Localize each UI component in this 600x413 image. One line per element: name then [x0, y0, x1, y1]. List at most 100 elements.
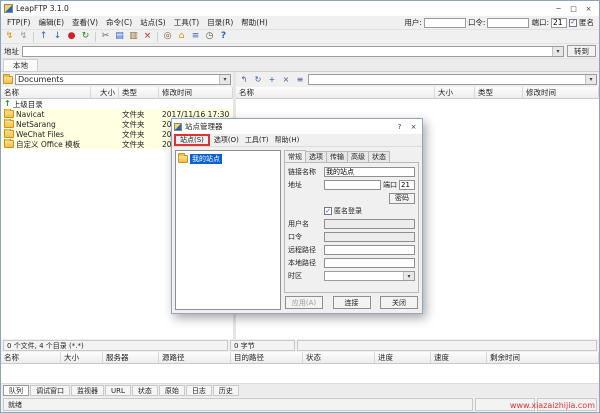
column-size[interactable]: 大小: [91, 87, 119, 99]
queue-column-name[interactable]: 名称: [1, 352, 61, 364]
port-input[interactable]: [551, 18, 567, 28]
download-icon[interactable]: ↓: [51, 31, 64, 43]
close-button[interactable]: ×: [581, 3, 596, 15]
tab-transfer[interactable]: 传输: [326, 151, 348, 162]
column-size[interactable]: 大小: [435, 87, 475, 99]
tree-item-my-sites[interactable]: 我的站点: [177, 153, 279, 164]
menu-help[interactable]: 帮助(H): [237, 17, 272, 28]
anonymous-checkbox[interactable]: [569, 19, 577, 27]
tab-local[interactable]: 本地: [3, 59, 38, 71]
menu-site[interactable]: 站点(S): [136, 17, 170, 28]
site-name-input[interactable]: [324, 167, 415, 177]
tab-history[interactable]: 历史: [213, 385, 239, 396]
tab-general[interactable]: 常规: [284, 150, 306, 162]
find-icon[interactable]: ◎: [161, 31, 174, 43]
tab-status[interactable]: 状态: [368, 151, 390, 162]
delete-icon[interactable]: ×: [280, 74, 292, 85]
anonymous-login-checkbox[interactable]: [324, 207, 332, 215]
column-type[interactable]: 类型: [119, 87, 159, 99]
remote-path-input[interactable]: [324, 245, 415, 255]
column-modified[interactable]: 修改时间: [159, 87, 233, 99]
new-folder-icon[interactable]: +: [266, 74, 278, 85]
queue-column-source[interactable]: 源路径: [159, 352, 231, 364]
tab-options[interactable]: 选项: [305, 151, 327, 162]
column-name[interactable]: 名称: [236, 87, 435, 99]
password-button[interactable]: 密码: [389, 193, 415, 204]
timezone-combo[interactable]: ▾: [324, 271, 415, 281]
menu-command[interactable]: 命令(C): [102, 17, 136, 28]
address-combo[interactable]: ▾: [22, 46, 564, 57]
local-path-input[interactable]: [324, 258, 415, 268]
chevron-down-icon[interactable]: ▾: [219, 75, 230, 84]
go-button[interactable]: 转到: [567, 45, 596, 57]
minimize-button[interactable]: ─: [551, 3, 566, 15]
dialog-menu-help[interactable]: 帮助(H): [272, 135, 303, 145]
menu-view[interactable]: 查看(V): [68, 17, 102, 28]
site-manager-icon[interactable]: ⌂: [175, 31, 188, 43]
paste-icon[interactable]: ▥: [127, 31, 140, 43]
dialog-menu-site[interactable]: 站点(S): [177, 135, 207, 145]
dialog-close-button[interactable]: ×: [407, 121, 420, 132]
password-input[interactable]: [487, 18, 529, 28]
dialog-menu-options[interactable]: 选项(O): [211, 135, 242, 145]
tab-advanced[interactable]: 高级: [347, 151, 369, 162]
app-window: LeapFTP 3.1.0 ─ □ × FTP(F) 编辑(E) 查看(V) 命…: [0, 0, 600, 413]
tab-url[interactable]: URL: [105, 385, 131, 396]
view-tabstrip: 本地: [1, 59, 599, 72]
main-toolbar: ↯ ↯ ↑ ↓ ● ↻ ✂ ▤ ▥ × ◎ ⌂ ≡ ◷ ?: [1, 30, 599, 44]
connect-icon[interactable]: ↯: [3, 31, 16, 43]
queue-column-progress[interactable]: 进度: [375, 352, 431, 364]
site-port-input[interactable]: [399, 180, 415, 190]
menu-ftp[interactable]: FTP(F): [3, 18, 34, 27]
schedule-icon[interactable]: ◷: [203, 31, 216, 43]
tab-queue[interactable]: 队列: [3, 385, 29, 396]
queue-column-speed[interactable]: 速度: [431, 352, 487, 364]
username-input[interactable]: [324, 219, 415, 229]
tab-status[interactable]: 状态: [132, 385, 158, 396]
upload-icon[interactable]: ↑: [37, 31, 50, 43]
delete-icon[interactable]: ×: [141, 31, 154, 43]
queue-column-server[interactable]: 服务器: [103, 352, 159, 364]
up-level-icon[interactable]: ↰: [238, 74, 250, 85]
tab-log[interactable]: 日志: [186, 385, 212, 396]
queue-column-remaining[interactable]: 剩余时间: [487, 352, 599, 364]
disconnect-icon[interactable]: ↯: [17, 31, 30, 43]
queue-column-status[interactable]: 状态: [303, 352, 375, 364]
refresh-icon[interactable]: ↻: [79, 31, 92, 43]
queue-column-size[interactable]: 大小: [61, 352, 103, 364]
help-icon[interactable]: ?: [217, 31, 230, 43]
dialog-help-button[interactable]: ?: [393, 121, 406, 132]
folder-icon: [4, 130, 14, 138]
cut-icon[interactable]: ✂: [99, 31, 112, 43]
chevron-down-icon[interactable]: ▾: [585, 75, 596, 84]
menu-directory[interactable]: 目录(R): [203, 17, 237, 28]
queue-icon[interactable]: ≡: [189, 31, 202, 43]
user-input[interactable]: [424, 18, 466, 28]
column-modified[interactable]: 修改时间: [523, 87, 599, 99]
site-address-input[interactable]: [324, 180, 381, 190]
maximize-button[interactable]: □: [566, 3, 581, 15]
stop-icon[interactable]: ●: [65, 31, 78, 43]
chevron-down-icon[interactable]: ▾: [552, 47, 563, 56]
remote-path-combo[interactable]: ▾: [308, 74, 597, 85]
column-name[interactable]: 名称: [1, 87, 91, 99]
tab-monitor[interactable]: 监视器: [71, 385, 104, 396]
connect-button[interactable]: 连接: [333, 296, 371, 309]
list-view-icon[interactable]: ≡: [294, 74, 306, 85]
copy-icon[interactable]: ▤: [113, 31, 126, 43]
tab-debug[interactable]: 调试窗口: [30, 385, 70, 396]
dialog-menu-tools[interactable]: 工具(T): [242, 135, 272, 145]
column-type[interactable]: 类型: [475, 87, 523, 99]
menu-tools[interactable]: 工具(T): [170, 17, 203, 28]
apply-button[interactable]: 应用(A): [285, 296, 323, 309]
local-path-combo[interactable]: Documents ▾: [15, 74, 231, 85]
parent-dir-row[interactable]: ↑ 上级目录: [1, 99, 233, 109]
queue-column-destination[interactable]: 目的路径: [231, 352, 303, 364]
site-password-input[interactable]: [324, 232, 415, 242]
chevron-down-icon[interactable]: ▾: [403, 272, 414, 280]
refresh-icon[interactable]: ↻: [252, 74, 264, 85]
site-manager-dialog: 站点管理器 ? × 站点(S) 选项(O) 工具(T) 帮助(H) 我的站点: [171, 118, 423, 314]
tab-raw[interactable]: 原始: [159, 385, 185, 396]
close-button[interactable]: 关闭: [380, 296, 418, 309]
menu-edit[interactable]: 编辑(E): [34, 17, 68, 28]
